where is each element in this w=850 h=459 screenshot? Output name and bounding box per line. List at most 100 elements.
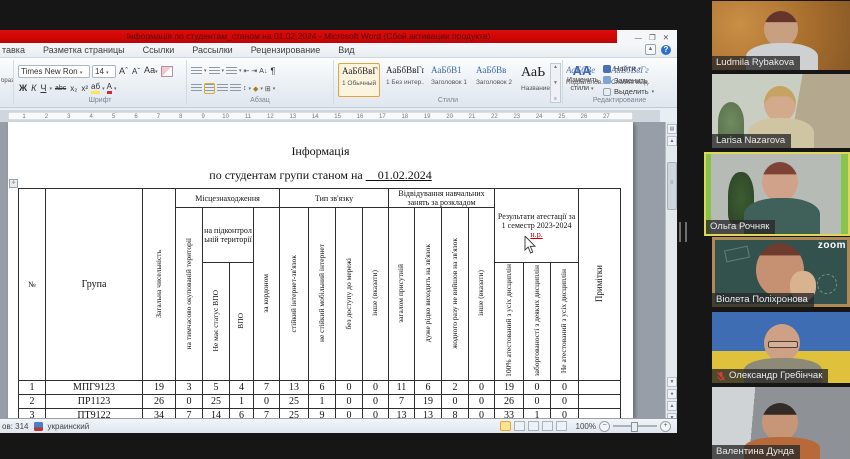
format-painter-label[interactable]: бразцу [1,78,13,84]
grow-font-button[interactable]: Аˆ [118,65,129,78]
ruler-number: 18 [401,113,409,120]
italic-button[interactable]: К [30,82,37,95]
draft-view-icon[interactable] [555,421,567,431]
scroll-down-icon[interactable]: ▼ [667,377,677,387]
change-case-button[interactable]: Аа▾ [143,64,159,79]
document-page[interactable]: Інформація по студентам групи станом на … [8,122,633,418]
zoom-slider-thumb[interactable] [631,422,638,432]
underline-button[interactable]: Ч [39,82,47,95]
web-layout-view-icon[interactable] [527,421,539,431]
participant-tile[interactable]: Ludmila Rybakova [712,1,850,70]
participant-tile-active[interactable]: Ольга Рочняк [704,152,850,236]
collapse-ribbon-icon[interactable]: ▲ [645,44,656,55]
status-bar: ов: 314 украинский 100% − + [0,418,677,433]
participant-tile[interactable]: Валентина Дунда [712,387,850,459]
select-button[interactable]: Выделить ▾ [603,87,654,96]
style-card[interactable]: АаБбВ1 Заголовок 1 [428,63,470,97]
tab-1[interactable]: Разметка страницы [34,45,134,57]
zoom-out-icon[interactable]: − [599,420,610,432]
table-move-handle[interactable]: ✛ [9,179,18,188]
fullscreen-view-icon[interactable] [513,421,525,431]
zoom-level[interactable]: 100% [576,422,596,431]
tab-5[interactable]: Вид [329,45,363,57]
font-family-combo[interactable]: Times New Ron ▾ [18,64,90,78]
value-cell: 0 [175,394,203,410]
borders-icon[interactable]: ⊞ [265,85,271,93]
participant-tile[interactable]: Олександр Гребінчак [712,312,850,383]
font-size-combo[interactable]: 14 ▾ [92,64,116,78]
numbering-icon[interactable] [208,66,220,76]
group-name-cell: МПГ9123 [45,380,143,396]
shrink-font-button[interactable]: Аˇ [131,65,141,78]
restore-button[interactable]: ❐ [649,33,656,42]
help-icon[interactable]: ? [661,44,671,55]
tab-2[interactable]: Ссылки [134,45,184,57]
tab-4[interactable]: Рецензирование [242,45,330,57]
title-bar[interactable]: Інформація по студентам_станом на 01.02.… [0,30,617,43]
ruler-number: 7 [156,113,161,120]
zoom-slider[interactable] [613,422,657,432]
print-layout-view-icon[interactable] [499,421,511,431]
bold-button[interactable]: Ж [18,82,28,95]
style-card[interactable]: АаБбВвГг, 1 Без интер... [383,63,425,97]
superscript-button[interactable]: x² [80,82,89,95]
value-cell: 0 [362,380,389,396]
font-color-button[interactable]: А [106,83,112,94]
vertical-scrollbar[interactable]: ▤ ▲ ▼ ● ▲ ▼ [665,122,677,423]
ruler-toggle-icon[interactable]: ▤ [667,124,677,134]
style-card[interactable]: АаБбВвГг, 1 Обычный [338,63,380,97]
value-cell: 25 [279,394,309,410]
replace-button[interactable]: Заменить [603,76,654,85]
decrease-indent-icon[interactable]: ⇤ [244,67,250,75]
value-cell: 11 [388,380,415,396]
bullets-icon[interactable] [191,66,202,76]
value-cell: 1 [523,408,552,418]
justify-icon[interactable] [230,84,241,93]
align-right-icon[interactable] [217,84,228,93]
col-header-attendance: Відвідування навчальних занять за розкла… [387,187,496,209]
outline-view-icon[interactable] [541,421,553,431]
language-indicator[interactable]: украинский [48,422,90,431]
panel-divider-handle[interactable] [679,222,687,242]
tab-0[interactable]: тавка [0,45,34,57]
window-title: Інформація по студентам_станом на 01.02.… [126,31,491,41]
scroll-up-icon[interactable]: ▲ [667,136,677,146]
pilcrow-icon[interactable]: ¶ [269,65,276,78]
styles-group-label: Стили [437,97,459,104]
shading-icon[interactable]: ◆ [253,85,258,93]
increase-indent-icon[interactable]: ⇥ [251,67,257,75]
align-left-icon[interactable] [191,84,202,93]
ruler[interactable]: 1 2 3 4 5 6 7 8 9 10 11 12 13 14 15 16 17 18 19 20 21 22 23 24 2… [0,110,660,122]
window-controls: — ❐ ✕ [617,30,677,44]
scroll-thumb[interactable] [667,162,677,210]
close-button[interactable]: ✕ [663,33,669,42]
style-card[interactable]: АаБбВв Заголовок 2 [473,63,515,97]
previous-page-icon[interactable]: ▲ [667,401,677,411]
find-button[interactable]: Найти ▾ [603,64,654,73]
tab-3[interactable]: Рассылки [183,45,241,57]
multilevel-list-icon[interactable] [226,66,238,76]
document-area[interactable]: Інформація по студентам групи станом на … [0,122,677,418]
ruler-band: 1 2 3 4 5 6 7 8 9 10 11 12 13 14 15 16 17 18 19 20 21 22 23 24 2… [8,112,633,120]
align-center-icon[interactable] [204,83,215,94]
students-table: № Група Загальна чисельність Місцезнаход… [18,187,622,418]
zoom-in-icon[interactable]: + [660,420,671,432]
browse-object-icon[interactable]: ● [667,389,677,399]
ruler-number: 3 [67,113,71,120]
paragraph-group: ▾ ▾ ▾ ⇤ ⇥ А↓ ¶ ↕ ▾ ◆ ▾ ⊞ ▾ Абзац [187,60,334,105]
participant-tile[interactable]: Larisa Nazarova [712,74,850,148]
spellcheck-icon[interactable] [33,421,43,431]
change-styles-button[interactable]: АА Изменить стили ▾ [567,64,599,93]
clear-formatting-icon[interactable] [160,65,173,77]
value-cell: 0 [335,394,363,410]
word-count[interactable]: ов: 314 [2,422,29,431]
sort-icon[interactable]: А↓ [259,68,267,75]
col-header-vpo: ВПО [229,262,254,382]
participant-tile[interactable]: zoom Віолета Поліхронова [712,237,850,307]
minimize-button[interactable]: — [634,33,642,42]
ruler-number: 10 [222,113,229,120]
strikethrough-button[interactable]: abc [54,82,67,95]
line-spacing-icon[interactable]: ↕ [243,85,247,92]
highlight-color-button[interactable]: аб [91,83,101,94]
subscript-button[interactable]: x₂ [69,82,78,95]
